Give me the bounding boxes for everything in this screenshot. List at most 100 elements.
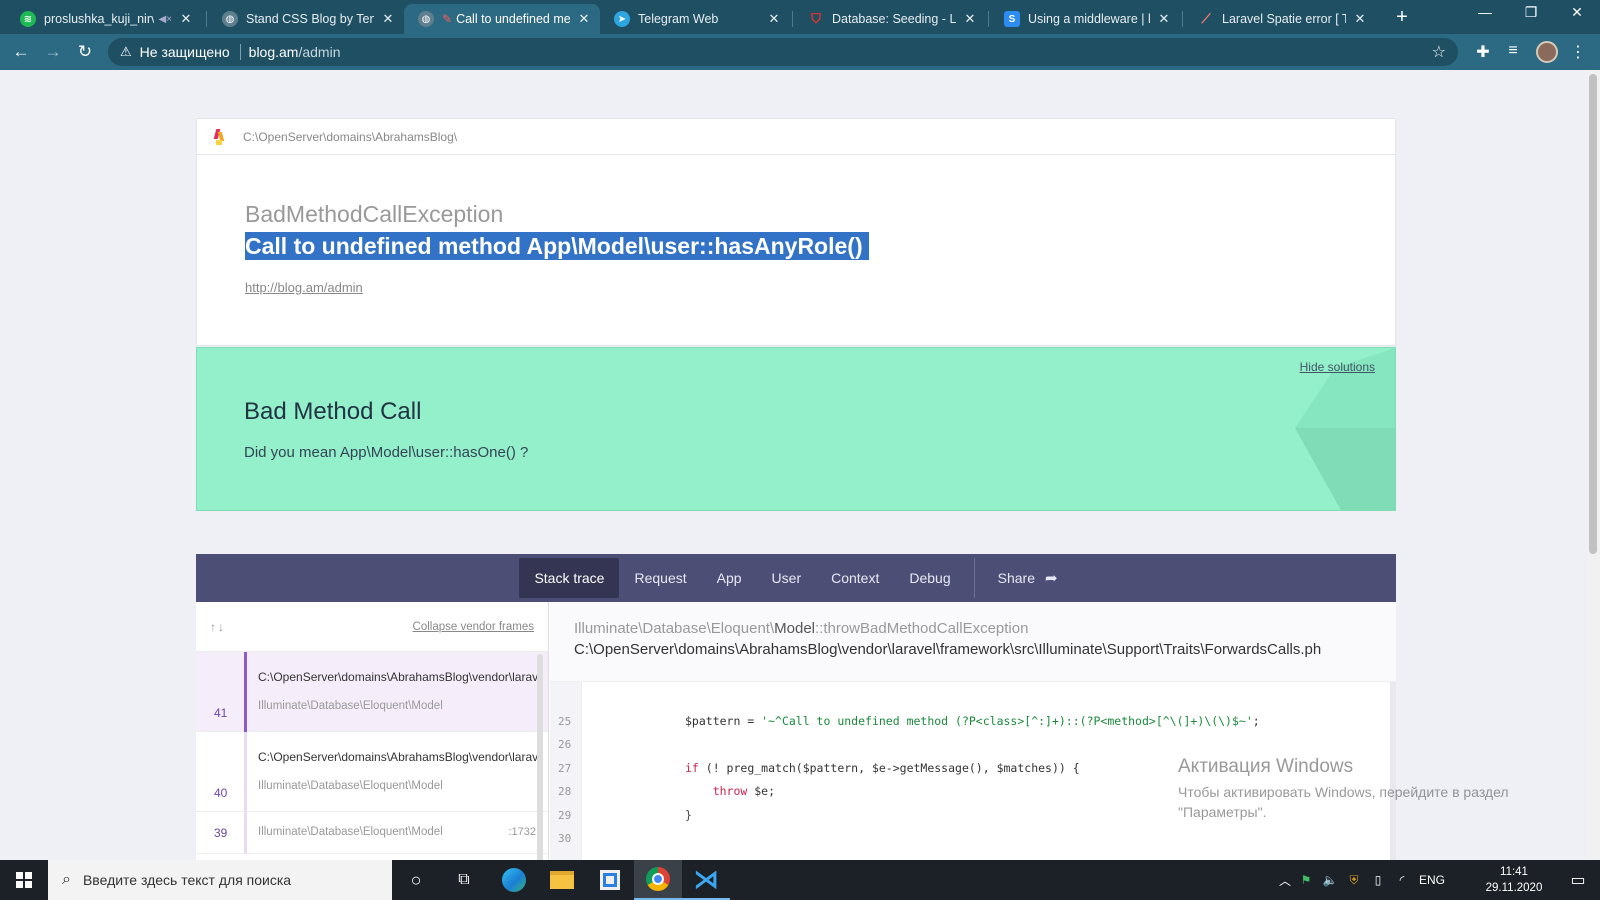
close-tab-icon[interactable]: ✕ [576,11,592,27]
code-line: 29} [558,807,692,822]
frame-file-path[interactable]: C:\OpenServer\domains\AbrahamsBlog\vendo… [574,641,1372,658]
tab-label: Telegram Web [638,12,719,26]
solution-text: Did you mean App\Model\user::hasOne() ? [244,444,529,461]
media-queue-icon[interactable]: ≡ [1502,42,1524,60]
warning-icon[interactable]: ⚠ [120,44,132,60]
frame-line: :1732 [508,826,536,838]
tab-label: Using a middleware | lara [1028,12,1150,26]
battery-icon[interactable]: ▯ [1366,873,1390,887]
address-bar[interactable]: ⚠ Не защищено blog.am/admin ☆ [108,38,1458,66]
laravel-icon: ⟋ [1201,11,1211,26]
chrome-icon[interactable] [634,860,682,900]
exception-class: BadMethodCallException [245,201,504,227]
security-label[interactable]: Не защищено [140,44,230,60]
reload-icon[interactable]: ↻ [74,41,96,63]
tab-user[interactable]: User [757,558,817,598]
stack-frame[interactable]: C:\OpenServer\domains\AbrahamsBlog\vendo… [196,732,548,812]
extensions-puzzle-icon[interactable]: ✚ [1472,42,1494,62]
tab-request[interactable]: Request [619,558,701,598]
request-url-link[interactable]: http://blog.am/admin [245,280,363,295]
close-tab-icon[interactable]: ✕ [1352,11,1368,27]
panel-tabs: Stack trace Request App User Context Deb… [196,554,1396,602]
wifi-icon[interactable]: ◜ [1390,873,1414,887]
pencil-icon: ✎ [442,12,453,26]
frame-number: 41 [214,706,228,720]
arrow-up-down-icon[interactable]: ↑↓ [210,620,226,634]
browser-tab[interactable]: ≋ proslushka_kuji_nirvana ◀× ✕ [6,4,202,34]
browser-tab-active[interactable]: ◍ ✎ Call to undefined me ✕ [404,4,600,34]
exception-message[interactable]: Call to undefined method App\Model\user:… [245,232,869,260]
security-shield-icon[interactable]: ⛨ [1342,873,1366,888]
code-scrollbar[interactable] [1390,682,1396,860]
menu-dots-icon[interactable]: ⋮ [1567,42,1589,62]
close-tab-icon[interactable]: ✕ [380,11,396,27]
close-tab-icon[interactable]: ✕ [178,11,194,27]
share-arrow-icon: ➦ [1044,570,1058,587]
volume-icon[interactable]: 🔈 [1318,873,1342,887]
url-host[interactable]: blog.am [249,44,299,60]
browser-tab[interactable]: ⛉ Database: Seeding - Lara ✕ [794,4,986,34]
profile-avatar[interactable] [1536,41,1558,63]
globe-icon: ◍ [418,11,434,27]
file-explorer-icon[interactable] [538,860,586,900]
stack-frame[interactable]: 39 Illuminate\Database\Eloquent\Model :1… [196,812,548,854]
stack-frame[interactable]: C:\OpenServer\domains\AbrahamsBlog\vendo… [196,652,548,732]
back-arrow-icon[interactable]: ← [10,41,32,63]
start-button[interactable] [0,860,48,900]
minimize-window-button[interactable]: — [1462,4,1508,20]
close-tab-icon[interactable]: ✕ [962,11,978,27]
bookmark-star-icon[interactable]: ☆ [1432,42,1446,62]
tab-debug[interactable]: Debug [894,558,965,598]
url-path[interactable]: /admin [298,44,340,60]
edge-browser-icon[interactable] [490,860,538,900]
project-path: C:\OpenServer\domains\AbrahamsBlog\ [243,129,458,144]
close-window-button[interactable]: ✕ [1554,4,1600,21]
tab-stack-trace[interactable]: Stack trace [519,558,620,598]
code-viewer: Illuminate\Database\Eloquent\Model::thro… [550,602,1396,860]
clock-date: 29.11.2020 [1485,882,1543,894]
browser-tab-strip: ≋ proslushka_kuji_nirvana ◀× ✕ ◍ Stand C… [0,0,1600,34]
ignition-logo-icon [213,128,225,145]
page-scrollbar-thumb[interactable] [1589,74,1597,554]
browser-tab[interactable]: ➤ Telegram Web ✕ [600,4,790,34]
frames-scrollbar[interactable] [537,654,543,860]
card-header: C:\OpenServer\domains\AbrahamsBlog\ [197,119,1395,155]
collapse-vendor-frames-link[interactable]: Collapse vendor frames [413,621,534,633]
close-tab-icon[interactable]: ✕ [1156,11,1172,27]
taskbar-search-box[interactable]: ⌕ Введите здесь текст для поиска [48,860,392,900]
language-indicator[interactable]: ENG [1414,873,1450,887]
task-view-icon[interactable]: ⧉ [440,860,488,900]
system-tray: ︿ ⚑ 🔈 ⛨ ▯ ◜ ENG [1276,860,1450,900]
restore-window-button[interactable]: ❐ [1508,4,1554,21]
frame-path: C:\OpenServer\domains\AbrahamsBlog\vendo… [258,750,541,764]
clock-time: 11:41 [1500,866,1528,878]
browser-tab[interactable]: ⟋ Laravel Spatie error [ Tar ✕ [1184,4,1376,34]
clock[interactable]: 11:41 29.11.2020 [1478,864,1550,896]
hide-solutions-link[interactable]: Hide solutions [1300,360,1375,374]
muted-speaker-icon[interactable]: ◀× [158,14,172,25]
share-button[interactable]: Share ➦ [983,558,1073,598]
browser-tab[interactable]: S Using a middleware | lara ✕ [990,4,1180,34]
flag-icon[interactable]: ⚑ [1294,873,1318,887]
vscode-icon[interactable]: ⋊ [682,860,730,900]
laravel-icon: ⛉ [811,11,821,26]
browser-toolbar: ← → ↻ ⚠ Не защищено blog.am/admin ☆ ✚ ≡ … [0,34,1600,70]
tab-app[interactable]: App [702,558,757,598]
frame-path: C:\OpenServer\domains\AbrahamsBlog\vendo… [258,670,541,684]
code-line: 28 throw $e; [558,784,776,798]
code-line: 26 [558,738,572,751]
store-icon[interactable] [586,860,634,900]
chevron-up-icon[interactable]: ︿ [1276,872,1294,889]
browser-tab[interactable]: ◍ Stand CSS Blog by Templ ✕ [208,4,404,34]
cortana-icon[interactable]: ○ [392,860,440,900]
notification-center-icon[interactable]: ▭ [1556,860,1600,900]
tab-label: Laravel Spatie error [ Tar [1222,12,1346,26]
forward-arrow-icon[interactable]: → [42,41,64,63]
frame-class: Illuminate\Database\Eloquent\Model [258,780,443,792]
tab-context[interactable]: Context [816,558,894,598]
windows-logo-icon [16,872,32,888]
solution-panel: Hide solutions Bad Method Call Did you m… [196,347,1396,511]
new-tab-button[interactable]: + [1390,6,1414,29]
exception-card: C:\OpenServer\domains\AbrahamsBlog\ BadM… [196,118,1396,346]
close-tab-icon[interactable]: ✕ [766,11,782,27]
